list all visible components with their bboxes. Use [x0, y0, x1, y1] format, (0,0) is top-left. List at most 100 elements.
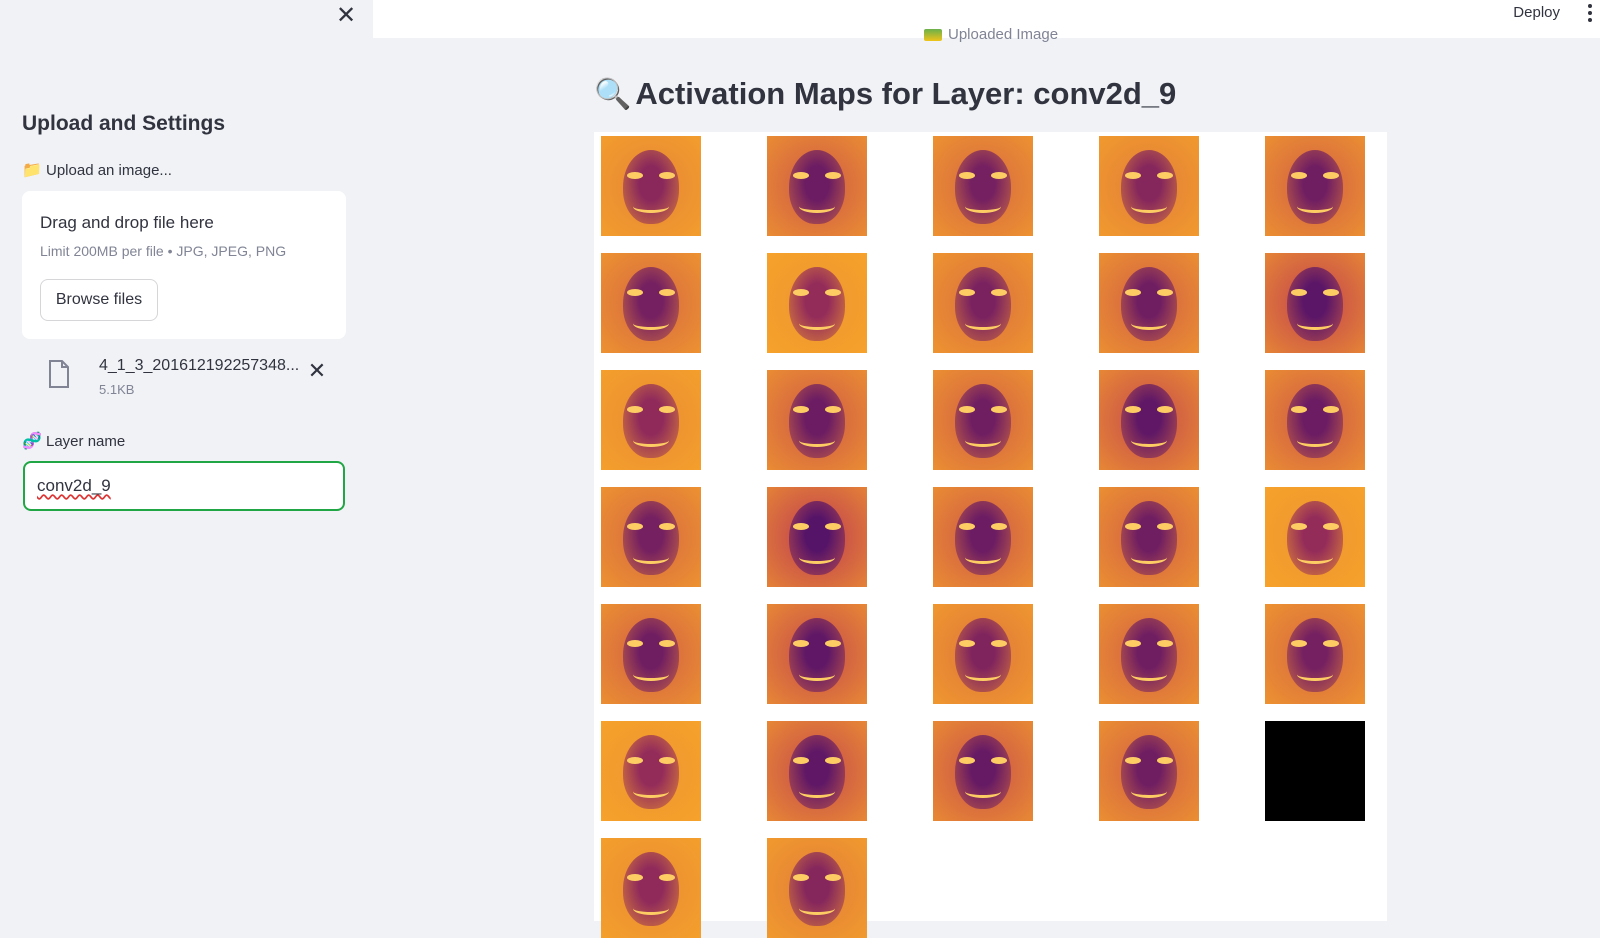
eye-shape — [627, 172, 643, 179]
dropzone-title: Drag and drop file here — [40, 213, 214, 232]
activation-map-tile — [601, 136, 701, 236]
layer-name-input[interactable]: conv2d_9 — [23, 461, 345, 511]
activation-maps-grid — [594, 132, 1387, 938]
mouth-shape — [799, 551, 835, 564]
mouth-shape — [799, 902, 835, 915]
activation-map-tile — [933, 721, 1033, 821]
eye-shape — [627, 523, 643, 530]
eye-shape — [1323, 523, 1339, 530]
activation-map-tile — [1265, 487, 1365, 587]
dropzone-subtitle: Limit 200MB per file • JPG, JPEG, PNG — [40, 243, 287, 259]
mouth-shape — [799, 434, 835, 447]
eye-shape — [627, 874, 643, 881]
eye-shape — [627, 289, 643, 296]
eye-shape — [959, 172, 975, 179]
eye-shape — [659, 289, 675, 296]
activation-map-tile — [767, 604, 867, 704]
activation-map-tile — [1265, 136, 1365, 236]
close-icon[interactable]: ✕ — [334, 4, 358, 28]
eye-shape — [959, 640, 975, 647]
mouth-shape — [633, 200, 669, 213]
file-size: 5.1KB — [99, 382, 135, 397]
eye-shape — [627, 406, 643, 413]
activation-map-tile — [601, 721, 701, 821]
layer-name-value: conv2d_9 — [37, 476, 111, 495]
eye-shape — [1157, 289, 1173, 296]
mouth-shape — [799, 317, 835, 330]
mouth-shape — [1297, 200, 1333, 213]
mouth-shape — [799, 200, 835, 213]
activation-map-tile — [767, 370, 867, 470]
eye-shape — [793, 757, 809, 764]
uploaded-file: 4_1_3_201612192257348... 5.1KB ✕ — [40, 354, 340, 402]
eye-shape — [627, 640, 643, 647]
eye-shape — [1125, 172, 1141, 179]
eye-shape — [793, 289, 809, 296]
eye-shape — [659, 523, 675, 530]
mouth-shape — [1297, 668, 1333, 681]
activation-map-tile — [1099, 253, 1199, 353]
activation-map-tile — [1265, 721, 1365, 821]
eye-shape — [1291, 406, 1307, 413]
mouth-shape — [799, 785, 835, 798]
eye-shape — [1157, 523, 1173, 530]
activation-map-tile — [1099, 721, 1199, 821]
mouth-shape — [965, 551, 1001, 564]
eye-shape — [793, 406, 809, 413]
browse-files-button[interactable]: Browse files — [40, 279, 158, 321]
image-icon — [924, 29, 942, 42]
mouth-shape — [1131, 317, 1167, 330]
activation-map-tile — [933, 487, 1033, 587]
file-icon — [49, 360, 69, 388]
eye-shape — [627, 757, 643, 764]
eye-shape — [1291, 289, 1307, 296]
eye-shape — [1125, 406, 1141, 413]
remove-file-icon[interactable]: ✕ — [306, 360, 328, 382]
eye-shape — [1291, 640, 1307, 647]
mouth-shape — [965, 668, 1001, 681]
layer-name-label: 🧬 Layer name — [22, 431, 125, 451]
mouth-shape — [965, 200, 1001, 213]
eye-shape — [825, 757, 841, 764]
activation-map-tile — [1099, 604, 1199, 704]
file-dropzone[interactable]: Drag and drop file here Limit 200MB per … — [22, 191, 346, 339]
eye-shape — [991, 289, 1007, 296]
eye-shape — [991, 172, 1007, 179]
image-caption-text: Uploaded Image — [948, 26, 1059, 43]
eye-shape — [793, 523, 809, 530]
folder-icon: 📁 — [22, 162, 42, 179]
eye-shape — [1157, 757, 1173, 764]
deploy-button[interactable]: Deploy — [1513, 4, 1560, 21]
mouth-shape — [633, 317, 669, 330]
mouth-shape — [1131, 551, 1167, 564]
eye-shape — [659, 640, 675, 647]
activation-map-tile — [1099, 370, 1199, 470]
eye-shape — [991, 757, 1007, 764]
sidebar-heading: Upload and Settings — [22, 112, 226, 135]
eye-shape — [825, 874, 841, 881]
eye-shape — [959, 757, 975, 764]
eye-shape — [1157, 640, 1173, 647]
upload-label: 📁 Upload an image... — [22, 160, 172, 180]
activation-map-tile — [933, 604, 1033, 704]
eye-shape — [1125, 523, 1141, 530]
eye-shape — [825, 523, 841, 530]
activation-map-tile — [601, 604, 701, 704]
eye-shape — [1125, 289, 1141, 296]
page-title: 🔍 Activation Maps for Layer: conv2d_9 — [594, 76, 1176, 112]
activation-map-tile — [601, 370, 701, 470]
dna-icon: 🧬 — [22, 433, 42, 450]
eye-shape — [793, 640, 809, 647]
mouth-shape — [965, 785, 1001, 798]
eye-shape — [959, 406, 975, 413]
mouth-shape — [1131, 200, 1167, 213]
eye-shape — [1125, 757, 1141, 764]
activation-map-tile — [767, 136, 867, 236]
more-vertical-icon[interactable] — [1584, 2, 1596, 24]
eye-shape — [793, 874, 809, 881]
mouth-shape — [633, 668, 669, 681]
mouth-shape — [1297, 434, 1333, 447]
mouth-shape — [1131, 434, 1167, 447]
eye-shape — [991, 523, 1007, 530]
eye-shape — [659, 172, 675, 179]
